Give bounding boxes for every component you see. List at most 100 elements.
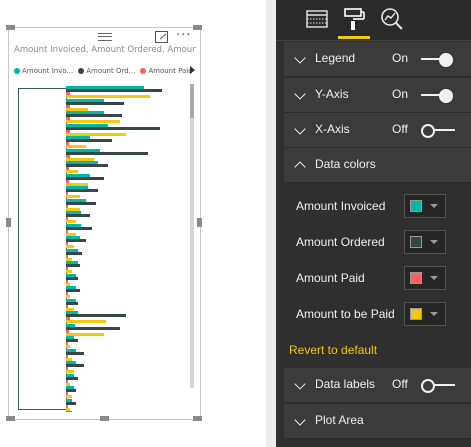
section-label: Data colors: [315, 157, 376, 171]
series-color-label: Amount Ordered: [296, 235, 385, 249]
drag-grip-icon[interactable]: [98, 33, 112, 41]
section-data-colors[interactable]: Data colors: [284, 148, 471, 183]
bar-amount-ordered[interactable]: [66, 151, 148, 155]
color-picker-button[interactable]: [404, 230, 446, 254]
color-swatch: [410, 308, 422, 320]
legend-item[interactable]: Amount Paid: [140, 67, 193, 75]
bar-amount-ordered[interactable]: [66, 251, 82, 255]
bar-amount-ordered[interactable]: [66, 226, 92, 230]
more-options-icon[interactable]: ···: [176, 28, 191, 43]
focus-mode-icon[interactable]: [155, 31, 168, 43]
section-label: X-Axis: [315, 122, 350, 136]
chart-scrollbar[interactable]: [190, 84, 194, 388]
series-color-label: Amount Paid: [296, 271, 365, 285]
format-paint-roller-icon[interactable]: [341, 6, 367, 32]
pane-divider: [266, 0, 276, 447]
plot-area-box: [18, 88, 67, 410]
section-label: Plot Area: [315, 413, 364, 427]
resize-handle-left[interactable]: [6, 218, 11, 227]
data-colors-body: Amount Invoiced Amount Ordered Amount Pa…: [284, 183, 471, 336]
section-legend[interactable]: Legend On: [284, 42, 471, 77]
resize-handle-bottom-mid[interactable]: [100, 416, 109, 421]
section-data-labels[interactable]: Data labels Off: [284, 368, 471, 403]
section-y-axis[interactable]: Y-Axis On: [284, 78, 471, 113]
bar-amount-invoiced[interactable]: [66, 411, 72, 412]
format-pane: Legend On Y-Axis On X-Axis Off Data colo…: [276, 0, 471, 447]
series-color-label: Amount Invoiced: [296, 199, 386, 213]
resize-handle-bottom-right[interactable]: [193, 416, 202, 421]
legend-dot: [140, 68, 147, 74]
chevron-down-icon: [294, 414, 306, 426]
bar-amount-ordered[interactable]: [66, 126, 160, 130]
bar-amount-ordered[interactable]: [66, 189, 98, 192]
x-axis-toggle[interactable]: [421, 124, 455, 138]
bar-amount-ordered[interactable]: [66, 364, 84, 367]
bar-series-area: [66, 86, 191, 412]
chart-legend: Amount Invo... Amount Ord... Amount Paid: [14, 65, 198, 77]
pane-tabs: [276, 0, 471, 41]
color-picker-button[interactable]: [404, 266, 446, 290]
toggle-state-label: On: [392, 87, 409, 101]
data-color-row: Amount Ordered: [284, 226, 471, 256]
chart-title: Amount Invoiced, Amount Ordered, Amount …: [14, 45, 196, 55]
bar-amount-ordered[interactable]: [66, 89, 162, 92]
bar-amount-ordered[interactable]: [66, 139, 112, 142]
color-swatch: [410, 272, 422, 284]
bar-amount-ordered[interactable]: [66, 101, 124, 105]
color-picker-button[interactable]: [404, 194, 446, 218]
color-swatch: [410, 200, 422, 212]
bar-amount-ordered[interactable]: [66, 176, 104, 180]
legend-next-arrow-icon[interactable]: [190, 66, 195, 74]
bar-amount-ordered[interactable]: [66, 239, 86, 242]
bar-amount-ordered[interactable]: [66, 289, 80, 292]
bar-amount-ordered[interactable]: [66, 201, 96, 205]
data-color-row: Amount Invoiced: [284, 190, 471, 220]
fields-grid-icon[interactable]: [304, 6, 330, 32]
legend-item[interactable]: Amount Invo...: [14, 67, 73, 75]
analytics-magnifier-icon[interactable]: [379, 6, 405, 32]
toggle-state-label: On: [392, 51, 409, 65]
resize-handle-right[interactable]: [197, 218, 202, 227]
resize-handle-top-right[interactable]: [193, 25, 202, 30]
color-picker-button[interactable]: [404, 302, 446, 326]
caret-down-icon: [430, 312, 438, 316]
bar-amount-ordered[interactable]: [66, 264, 80, 267]
toggle-state-label: Off: [392, 377, 408, 391]
legend-dot: [78, 68, 85, 74]
report-canvas: ··· Amount Invoiced, Amount Ordered, Amo…: [0, 0, 266, 447]
caret-down-icon: [430, 204, 438, 208]
section-plot-area[interactable]: Plot Area: [284, 404, 471, 439]
section-label: Legend: [315, 51, 356, 65]
legend-item[interactable]: Amount Ord...: [78, 67, 135, 75]
bar-amount-ordered[interactable]: [66, 351, 84, 355]
caret-down-icon: [430, 276, 438, 280]
legend-label: Amount Ord...: [86, 67, 136, 75]
bar-amount-ordered[interactable]: [66, 314, 126, 317]
toggle-state-label: Off: [392, 122, 408, 136]
resize-handle-bottom-left[interactable]: [6, 416, 15, 421]
data-labels-toggle[interactable]: [421, 379, 455, 393]
legend-dot: [14, 68, 20, 74]
bar-amount-ordered[interactable]: [66, 114, 122, 117]
chevron-up-icon: [294, 161, 306, 173]
bar-amount-ordered[interactable]: [66, 326, 120, 330]
series-color-label: Amount to be Paid: [296, 307, 395, 321]
section-x-axis[interactable]: X-Axis Off: [284, 113, 471, 148]
bar-amount-ordered[interactable]: [66, 164, 108, 167]
caret-down-icon: [430, 240, 438, 244]
resize-handle-top-left[interactable]: [6, 25, 15, 30]
chart-scrollbar-thumb[interactable]: [190, 84, 194, 118]
revert-to-default-link[interactable]: Revert to default: [289, 343, 377, 357]
y-axis-toggle[interactable]: [421, 89, 453, 103]
legend-label: Amount Paid: [148, 67, 193, 75]
data-color-row: Amount Paid: [284, 262, 471, 292]
legend-toggle[interactable]: [421, 53, 453, 67]
chevron-down-icon: [294, 123, 306, 135]
section-label: Data labels: [315, 377, 376, 391]
legend-label: Amount Invo...: [22, 67, 74, 75]
chevron-down-icon: [294, 52, 306, 64]
section-label: Y-Axis: [315, 87, 349, 101]
bar-amount-ordered[interactable]: [66, 214, 90, 217]
active-tab-underline: [338, 36, 370, 39]
data-color-row: Amount to be Paid: [284, 298, 471, 328]
